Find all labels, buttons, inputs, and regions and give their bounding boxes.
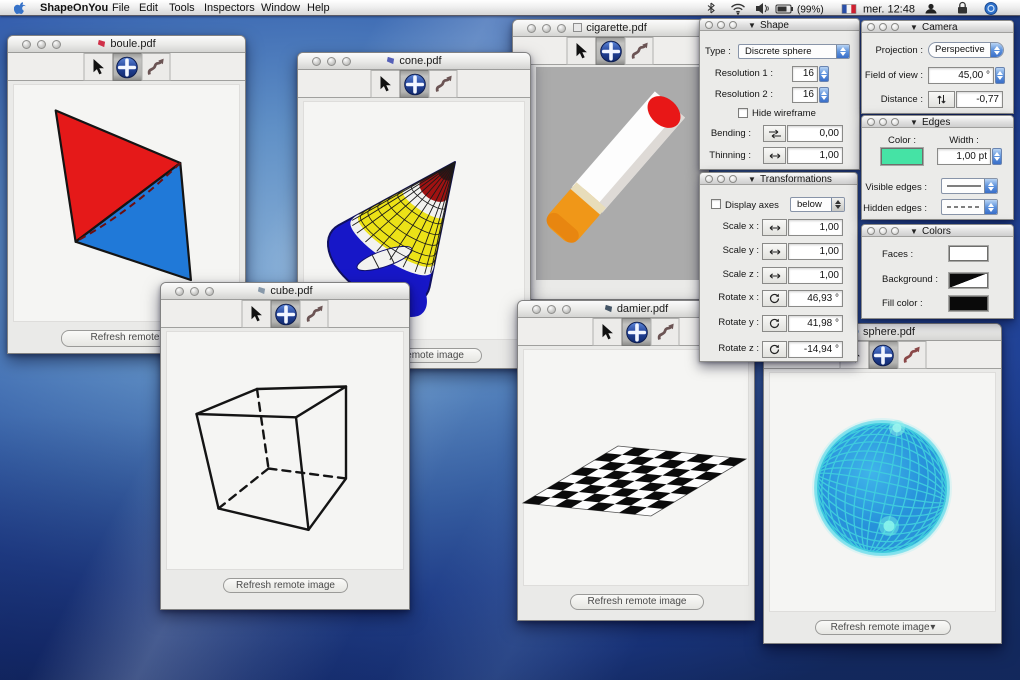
svg-text:mer. 12:48: mer. 12:48 [863, 4, 915, 16]
svg-text:(99%): (99%) [797, 5, 824, 16]
